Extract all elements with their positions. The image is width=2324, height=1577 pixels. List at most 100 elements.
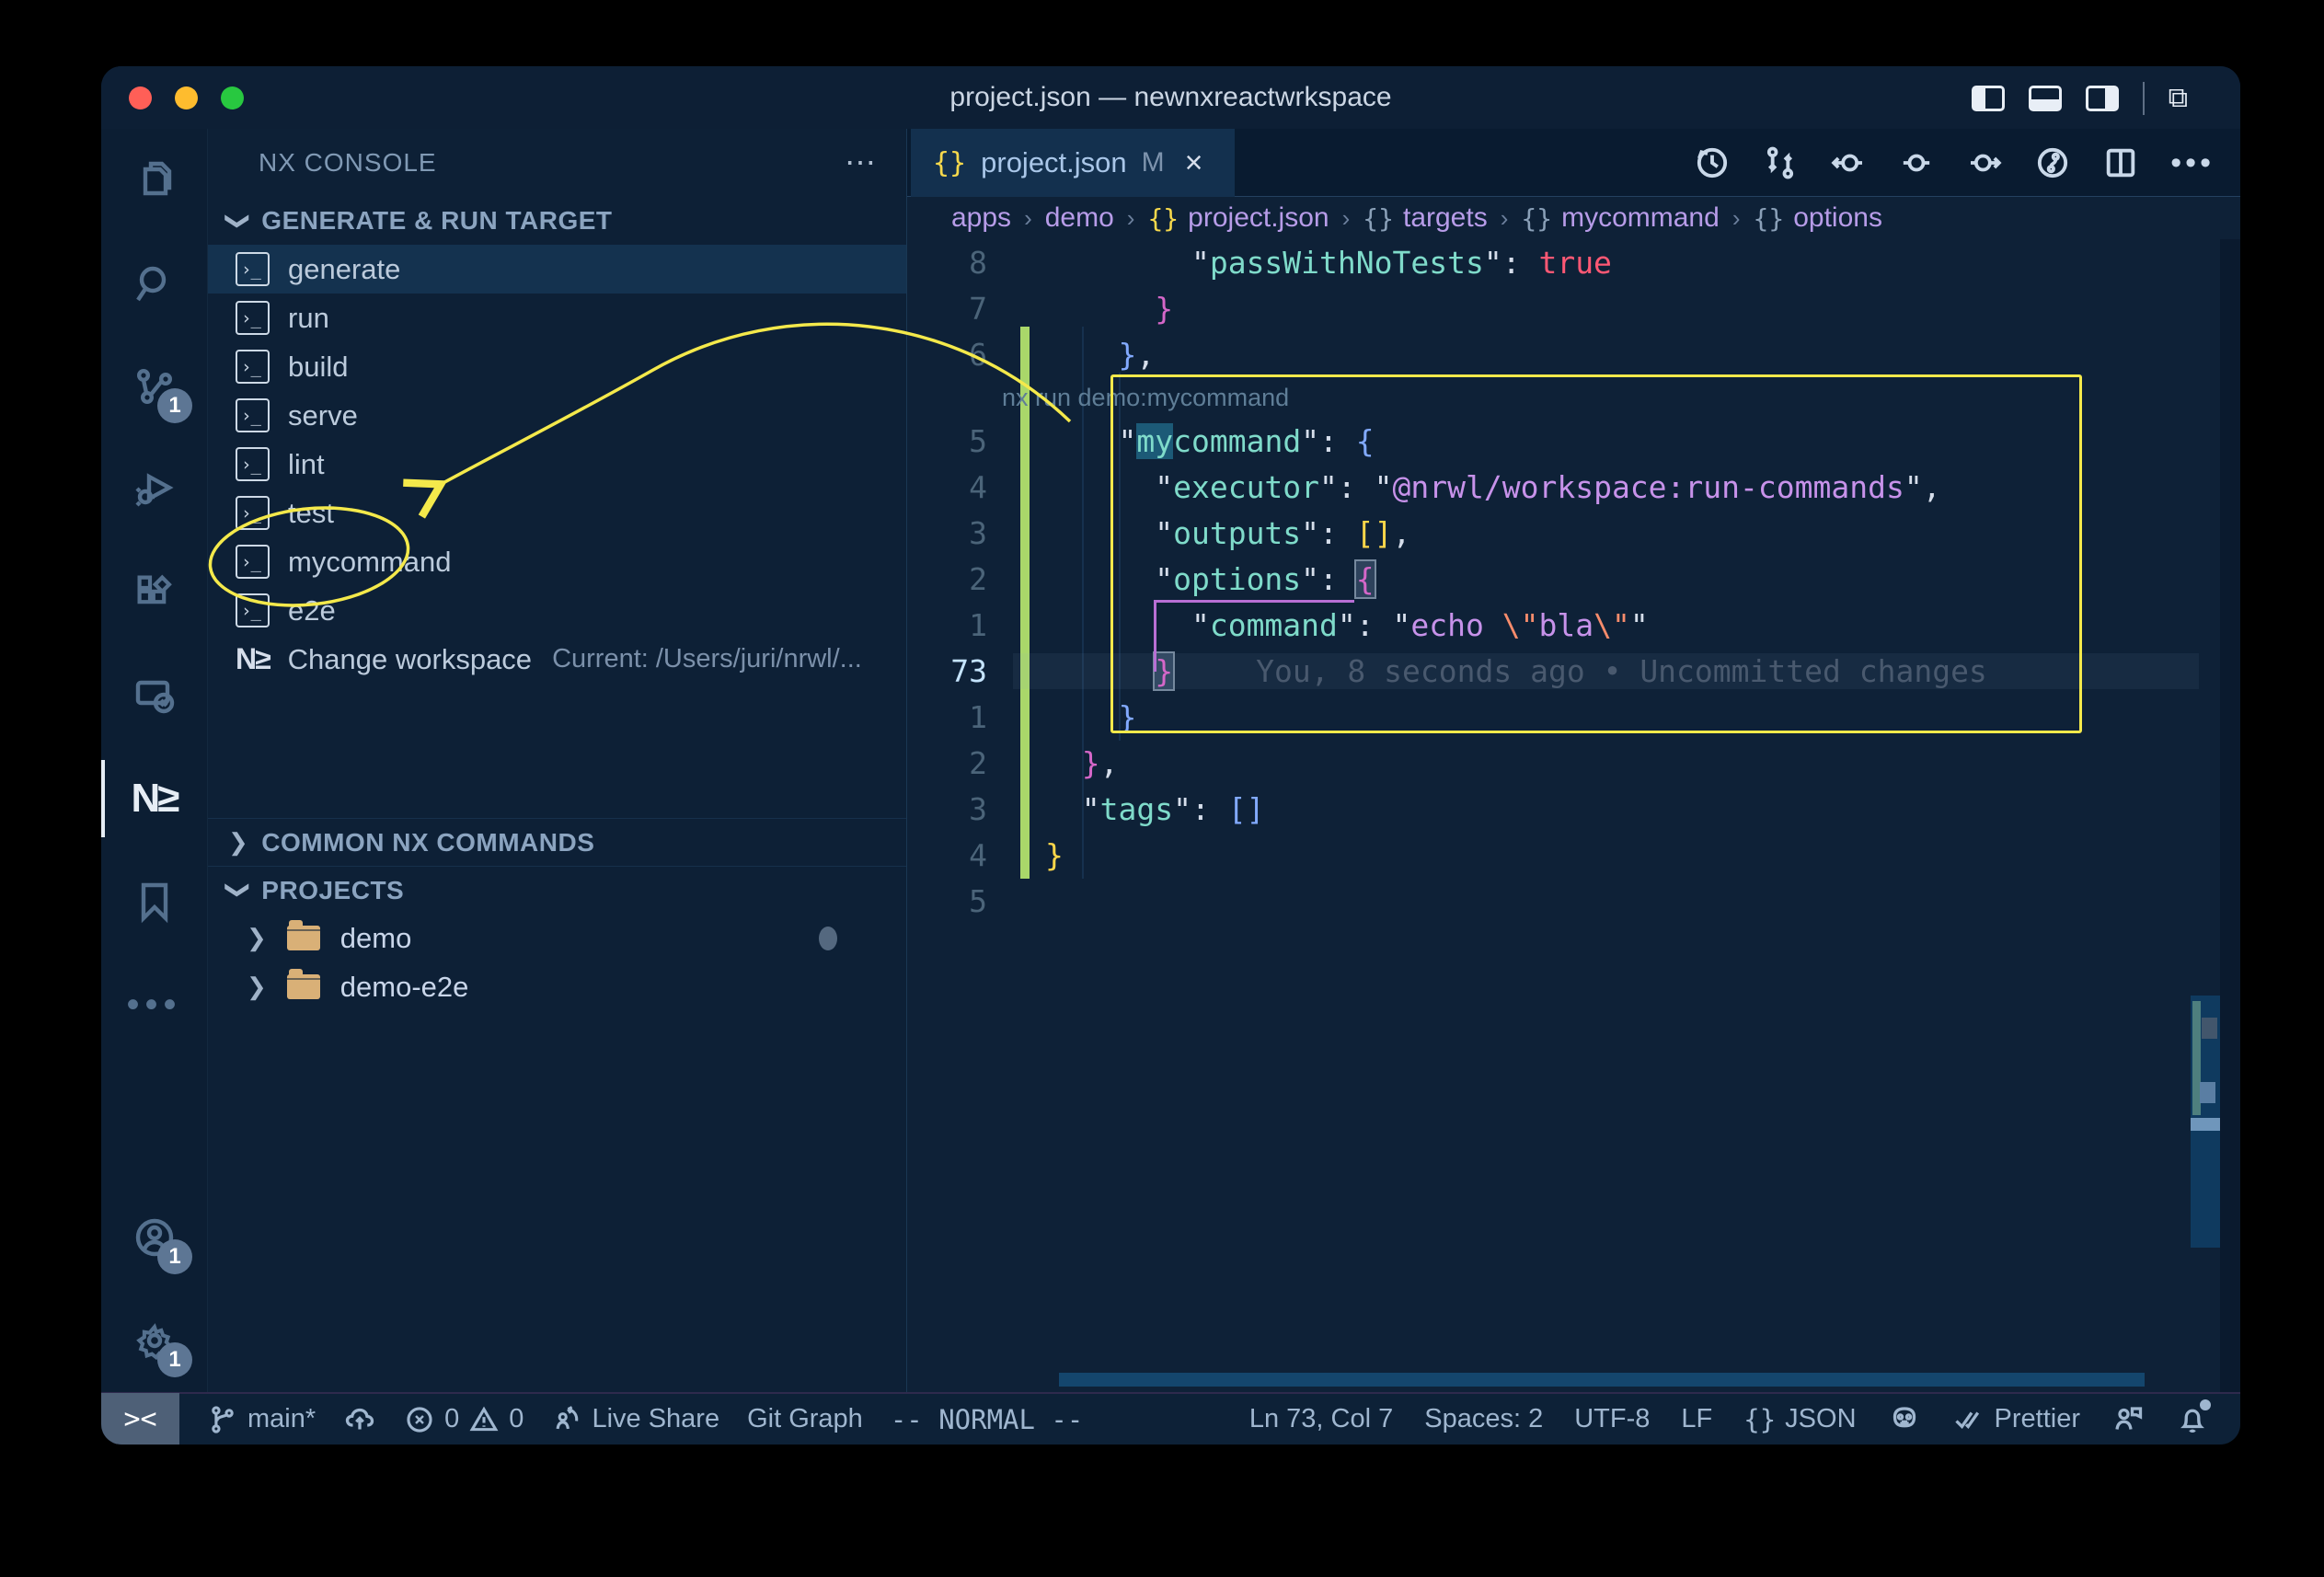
accounts-badge: 1 (157, 1239, 192, 1274)
breadcrumb-item-demo[interactable]: demo (1045, 202, 1114, 234)
prettier-status[interactable]: Prettier (1952, 1403, 2080, 1436)
breadcrumb-item-options[interactable]: {}options (1753, 202, 1881, 234)
code-line[interactable]: 4} (907, 832, 2240, 878)
code-line[interactable]: 3 "tags": [] (907, 786, 2240, 832)
compare-changes-icon[interactable] (1762, 144, 1799, 181)
project-list: ❯demo❯demo-e2e (208, 914, 906, 1011)
octoface-icon (1888, 1403, 1921, 1436)
section-projects[interactable]: ❯ PROJECTS (208, 866, 906, 914)
sidebar-item-extensions[interactable] (101, 541, 207, 644)
terminal-icon: ›_ (236, 398, 270, 432)
live-share-icon (551, 1404, 582, 1435)
sidebar-item-mycommand[interactable]: ›_mycommand (208, 537, 906, 586)
branch-status[interactable]: main* (207, 1404, 316, 1435)
panel-more-actions-icon[interactable]: ⋯ (845, 144, 879, 181)
sidebar-item-search[interactable] (101, 232, 207, 335)
chevron-down-icon: ❯ (224, 880, 253, 900)
sidebar-item-explorer[interactable] (101, 129, 207, 232)
sidebar-item-bookmarks[interactable] (101, 850, 207, 953)
tab-project-json[interactable]: {} project.json M × (911, 129, 1235, 197)
code-line[interactable]: 8 "passWithNoTests": true (907, 239, 2240, 285)
project-item-demo[interactable]: ❯demo (208, 914, 906, 962)
sidebar-item-e2e[interactable]: ›_e2e (208, 586, 906, 635)
split-editor-icon[interactable] (2102, 144, 2139, 181)
sidebar-item-serve[interactable]: ›_serve (208, 391, 906, 440)
settings-button[interactable]: 1 (101, 1289, 207, 1392)
eol-status[interactable]: LF (1681, 1404, 1712, 1434)
problems-status[interactable]: 0 0 (404, 1404, 523, 1435)
project-item-demo-e2e[interactable]: ❯demo-e2e (208, 962, 906, 1011)
vertical-scrollbar[interactable] (2191, 996, 2221, 1248)
history-icon[interactable] (1694, 144, 1731, 181)
next-change-icon[interactable] (1966, 144, 2003, 181)
close-tab-icon[interactable]: × (1185, 145, 1203, 181)
sidebar-item-build[interactable]: ›_build (208, 342, 906, 391)
previous-change-icon[interactable] (1830, 144, 1867, 181)
sidebar-item-lint[interactable]: ›_ lint (208, 440, 906, 489)
chevron-right-icon: ❯ (247, 924, 267, 952)
cursor-position-status[interactable]: Ln 73, Col 7 (1249, 1404, 1393, 1434)
run-graph-icon[interactable] (2034, 144, 2071, 181)
git-graph-button[interactable]: Git Graph (747, 1404, 863, 1434)
sidebar-item-change-workspace[interactable]: N≥ Change workspace Current: /Users/juri… (208, 635, 906, 684)
terminal-icon: ›_ (236, 447, 270, 481)
json-braces-icon: {} (1147, 203, 1179, 234)
line-number: 8 (907, 245, 1013, 281)
feedback-button[interactable] (2111, 1403, 2145, 1436)
settings-badge: 1 (157, 1342, 192, 1377)
code-line[interactable]: 2 }, (907, 740, 2240, 786)
search-icon (132, 261, 177, 305)
breadcrumb-item-mycommand[interactable]: {}mycommand (1521, 202, 1719, 234)
sidebar-item-test[interactable]: ›_test (208, 489, 906, 537)
target-list: ›_generate›_run›_build›_serve›_lint›_tes… (208, 245, 906, 635)
overview-ruler-marker (2202, 1018, 2217, 1039)
toggle-sidebar-icon[interactable] (1972, 86, 2005, 111)
line-number: 1 (907, 699, 1013, 735)
tab-modified-indicator: M (1142, 147, 1165, 178)
breadcrumb-separator: › (1501, 204, 1509, 233)
toggle-secondary-sidebar-icon[interactable] (2086, 86, 2119, 111)
breadcrumb-separator: › (1127, 204, 1135, 233)
sidebar-item-run[interactable]: ›_run (208, 294, 906, 342)
toggle-panel-icon[interactable] (2029, 86, 2062, 111)
remote-indicator[interactable]: >< (101, 1393, 179, 1445)
breadcrumb-item-project-json[interactable]: {}project.json (1147, 202, 1329, 234)
sidebar-item-generate[interactable]: ›_generate (208, 245, 906, 294)
code-area[interactable]: 8 "passWithNoTests": true7 }6 },nx run d… (907, 239, 2240, 1392)
more-actions-icon[interactable]: ••• (2170, 145, 2215, 181)
sidebar-item-nx-console[interactable]: N≥ (101, 747, 207, 850)
chevron-right-icon: ❯ (228, 828, 248, 857)
current-change-icon[interactable] (1898, 144, 1935, 181)
project-status-dot (819, 927, 837, 950)
json-braces-icon: {} (1363, 203, 1394, 234)
section-generate-run-target[interactable]: ❯ GENERATE & RUN TARGET (208, 197, 906, 245)
breadcrumb-item-targets[interactable]: {}targets (1363, 202, 1487, 234)
section-common-nx-commands[interactable]: ❯ COMMON NX COMMANDS (208, 818, 906, 866)
json-braces-icon: {} (1521, 203, 1552, 234)
sidebar-item-more[interactable]: ••• (101, 953, 207, 1056)
editor-group: {} project.json M × ••• apps › demo › {}proj… (906, 129, 2240, 1392)
customize-layout-icon[interactable]: ⧉ (2169, 83, 2190, 114)
target-label: lint (288, 448, 325, 481)
indentation-status[interactable]: Spaces: 2 (1424, 1404, 1543, 1434)
live-share-button[interactable]: Live Share (551, 1404, 719, 1435)
more-icon: ••• (126, 984, 181, 1026)
sidebar-item-source-control[interactable]: 1 (101, 335, 207, 438)
notifications-button[interactable] (2176, 1403, 2209, 1436)
code-line[interactable]: 5 (907, 878, 2240, 924)
accounts-button[interactable]: 1 (101, 1186, 207, 1289)
language-status[interactable]: {} JSON (1743, 1404, 1856, 1435)
annotation-highlight-box (1110, 374, 2082, 733)
code-line[interactable]: 6 }, (907, 331, 2240, 377)
sidebar-item-remote-explorer[interactable] (101, 644, 207, 747)
code-line[interactable]: 7 } (907, 285, 2240, 331)
breadcrumb-item-apps[interactable]: apps (951, 202, 1011, 234)
editor-toolbar: ••• (1694, 129, 2215, 197)
line-number: 2 (907, 561, 1013, 597)
horizontal-scrollbar[interactable] (1059, 1373, 2145, 1387)
encoding-status[interactable]: UTF-8 (1574, 1404, 1650, 1434)
sidebar-item-run-debug[interactable] (101, 438, 207, 541)
section-label: PROJECTS (261, 876, 404, 905)
sync-status[interactable] (343, 1403, 376, 1436)
octoface-button[interactable] (1888, 1403, 1921, 1436)
